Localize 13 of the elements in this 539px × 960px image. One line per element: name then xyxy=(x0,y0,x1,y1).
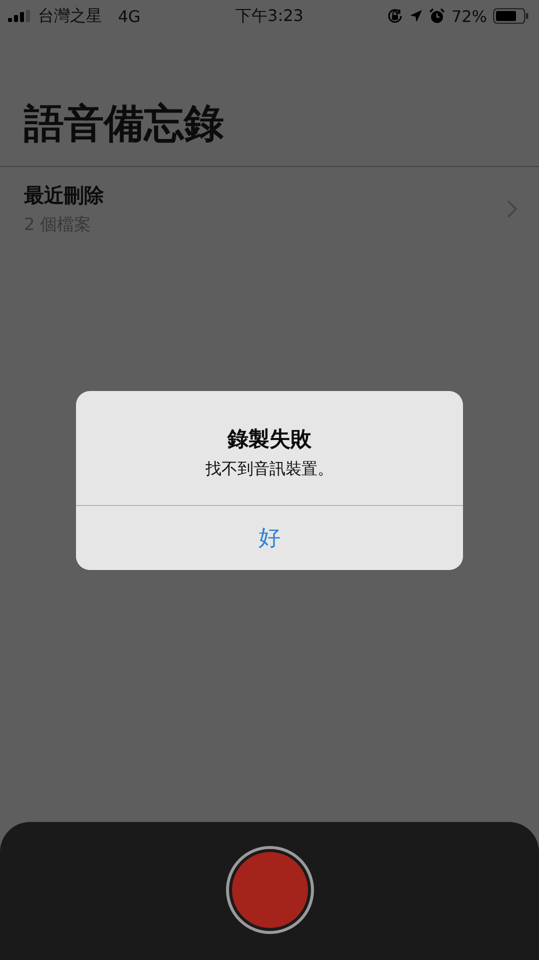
alarm-clock-icon xyxy=(429,8,446,24)
rotation-lock-icon xyxy=(387,8,404,24)
folder-name: 最近刪除 xyxy=(24,182,104,209)
network-type: 4G xyxy=(118,6,141,26)
carrier-name: 台灣之星 xyxy=(38,6,102,26)
battery-percent: 72% xyxy=(451,6,487,26)
battery-icon xyxy=(493,8,529,24)
alert-title: 錄製失敗 xyxy=(228,426,312,452)
alert-message: 找不到音訊裝置。 xyxy=(206,458,334,480)
signal-icon xyxy=(8,10,32,22)
page-title: 語音備忘錄 xyxy=(24,100,225,149)
status-time: 下午3:23 xyxy=(236,6,304,26)
location-arrow-icon xyxy=(409,9,424,23)
